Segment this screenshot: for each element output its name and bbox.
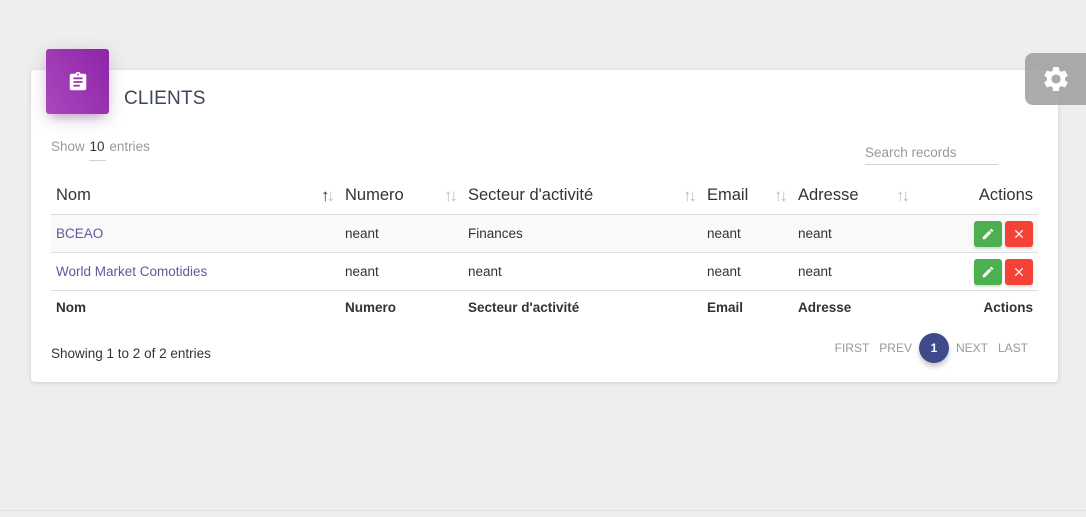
cell-adresse: neant (793, 252, 915, 291)
page-current[interactable]: 1 (918, 333, 949, 363)
pencil-icon (982, 228, 994, 239)
column-header-numero[interactable]: Numero ↑↓ (340, 177, 463, 215)
cell-email: neant (702, 214, 793, 253)
footer-email: Email (707, 300, 744, 315)
cell-secteur: Finances (463, 214, 702, 253)
search-input[interactable] (865, 140, 998, 165)
cell-numero: neant (340, 252, 463, 291)
footer-divider (0, 510, 1086, 511)
column-header-actions: Actions (915, 177, 1038, 215)
page-title: CLIENTS (124, 88, 206, 109)
length-selector: Show 10 entries (51, 139, 150, 161)
card-header-icon (46, 49, 109, 114)
column-header-nom[interactable]: Nom ↑↓ (51, 177, 340, 215)
cell-actions (915, 214, 1038, 253)
page-first[interactable]: FIRST (830, 341, 875, 355)
cell-nom[interactable]: World Market Comotidies (51, 252, 340, 291)
entries-select[interactable]: 10 (88, 139, 106, 161)
gear-icon (1043, 67, 1068, 91)
delete-button[interactable] (1005, 220, 1033, 247)
show-label: Show (51, 139, 85, 154)
cell-adresse: neant (793, 214, 915, 253)
pencil-icon (982, 266, 994, 277)
sort-ascending-icon: ↑↓ (321, 186, 335, 205)
footer-numero: Numero (345, 300, 397, 315)
column-header-email[interactable]: Email ↑↓ (702, 177, 793, 215)
page-next[interactable]: NEXT (951, 341, 993, 355)
delete-button[interactable] (1005, 258, 1033, 285)
table-header-row: Nom ↑↓ Numero ↑↓ Secteur d'activité ↑↓ E… (51, 177, 1038, 215)
table-row: World Market Comotidies neant neant nean… (51, 252, 1038, 291)
cell-actions (915, 252, 1038, 291)
sort-icon: ↑↓ (896, 186, 910, 205)
edit-button[interactable] (974, 220, 1002, 247)
column-header-secteur[interactable]: Secteur d'activité ↑↓ (463, 177, 702, 215)
page-prev[interactable]: PREV (874, 341, 917, 355)
column-header-adresse[interactable]: Adresse ↑↓ (793, 177, 915, 215)
footer-actions: Actions (983, 300, 1033, 315)
pagination: FIRST PREV 1 NEXT LAST (830, 333, 1033, 363)
settings-button[interactable] (1025, 53, 1086, 105)
entries-label: entries (109, 139, 150, 154)
edit-button[interactable] (974, 258, 1002, 285)
table-info: Showing 1 to 2 of 2 entries (51, 346, 211, 361)
table-row: BCEAO neant Finances neant neant (51, 214, 1038, 253)
cell-numero: neant (340, 214, 463, 253)
page-last[interactable]: LAST (993, 341, 1033, 355)
clients-table: Nom ↑↓ Numero ↑↓ Secteur d'activité ↑↓ E… (51, 177, 1038, 324)
clipboard-icon (69, 71, 86, 90)
cell-email: neant (702, 252, 793, 291)
cell-secteur: neant (463, 252, 702, 291)
footer-adresse: Adresse (798, 300, 852, 315)
sort-icon: ↑↓ (683, 186, 697, 205)
cell-nom[interactable]: BCEAO (51, 214, 340, 253)
sort-icon: ↑↓ (444, 186, 458, 205)
close-icon (1014, 267, 1024, 276)
close-icon (1014, 229, 1024, 238)
table-footer-row: Nom Numero Secteur d'activité Email Adre… (51, 291, 1038, 325)
footer-nom: Nom (56, 300, 86, 315)
footer-secteur: Secteur d'activité (468, 300, 580, 315)
sort-icon: ↑↓ (774, 186, 788, 205)
